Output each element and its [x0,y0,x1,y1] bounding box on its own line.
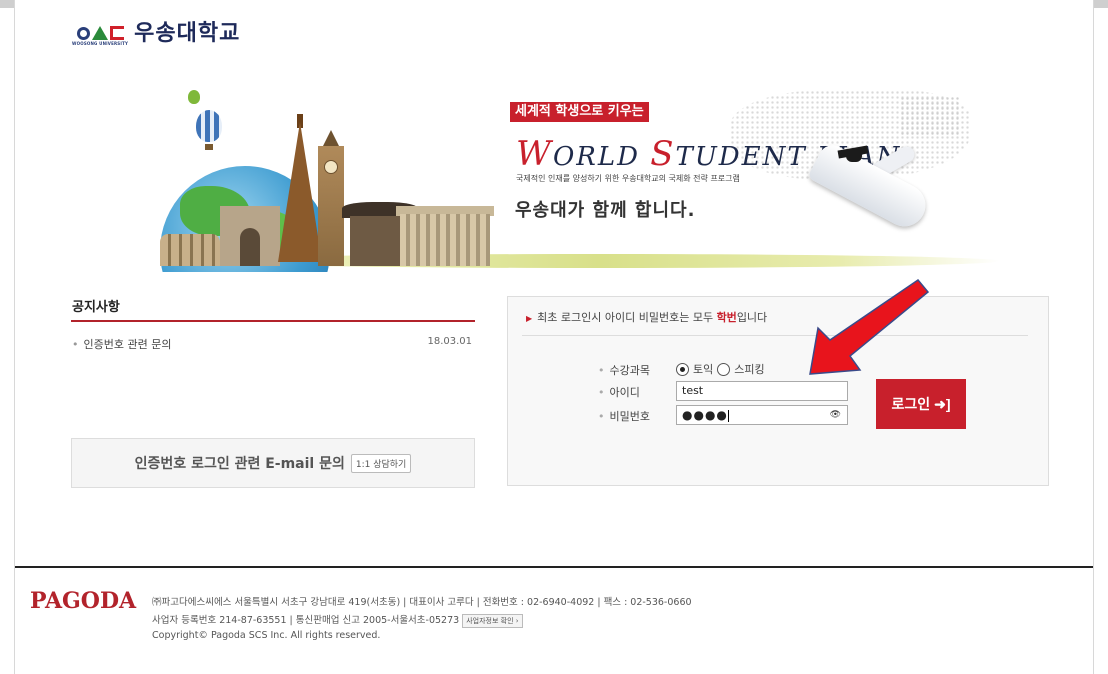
banner-slogan: 세계적 학생으로 키우는 [510,102,649,122]
id-label-text: 아이디 [609,386,640,399]
login-panel: ▶ 최초 로그인시 아이디 비밀번호는 모두 학번입니다 • 수강과목 토익 스피킹… [507,296,1049,486]
logo-text: 우송대학교 [134,21,241,46]
course-radio-toeic[interactable] [676,362,689,376]
notice-title: 공지사항 [72,300,120,315]
email-inquiry-text: 인증번호 로그인 관련 E-mail 문의 [134,456,345,472]
balloon-basket [205,144,213,150]
login-button[interactable]: 로그인 ➜] [876,379,966,429]
notice-divider [71,320,475,322]
login-notice: ▶ 최초 로그인시 아이디 비밀번호는 모두 학번입니다 [526,309,767,325]
title-letter-s: S [650,134,676,174]
world-map-dots-east [900,96,960,136]
notice-item-label[interactable]: 인증번호 관련 문의 [84,338,172,351]
title-word-orld: ORLD [552,142,651,172]
banner-subtitle: 국제적인 인재를 양성하기 위한 우송대학교의 국제화 전략 프로그램 [516,174,740,183]
footer-business-text: 사업자 등록번호 214-87-63551 | 통신판매업 신고 2005-서울… [152,615,460,626]
pagoda-logo: PAGODA [30,588,137,614]
parthenon-image [400,214,490,266]
login-notice-emphasis: 학번 [716,311,737,324]
arch-opening [240,228,260,266]
text-caret [727,410,729,422]
course-label: • 수강과목 [598,364,650,377]
course-radio-speaking[interactable] [717,362,731,376]
email-inquiry-box[interactable]: 인증번호 로그인 관련 E-mail 문의 1:1 상담하기 [71,438,475,488]
password-label: • 비밀번호 [598,410,650,423]
login-button-label: 로그인 [891,396,931,412]
course-option-toeic-label[interactable]: 토익 [693,361,713,377]
password-label-text: 비밀번호 [609,410,650,423]
red-arrow-annotation [809,278,930,375]
title-letter-w: W [516,134,553,174]
world-student-plan-banner: 세계적 학생으로 키우는 WORLD STUDENT PLAN 국제적인 인재를… [60,86,1020,272]
triangle-bullet-icon: ▶ [526,314,533,323]
footer-divider [15,566,1093,568]
graduation-cap-base [846,154,862,162]
footer-company-info: ㈜파고다에스씨에스 서울특별시 서초구 강남대로 419(서초동) | 대표이사… [152,597,692,608]
login-arrow-icon: ➜] [934,395,951,412]
notice-item-date: 18.03.01 [427,336,472,347]
login-notice-suffix: 입니다 [736,311,768,324]
title-word-tudent: TUDENT [675,142,817,172]
consult-button[interactable]: 1:1 상담하기 [350,453,412,473]
hot-air-balloon-small [188,90,200,104]
business-info-button[interactable]: 사업자정보 확인 › [462,613,523,628]
course-option-speaking-label[interactable]: 스피킹 [734,361,764,377]
clock-face [324,160,338,174]
university-logo[interactable]: WOOSONG UNIVERSITY 우송대학교 [72,21,241,47]
banner-tagline: 우송대가 함께 합니다. [515,200,696,221]
notice-item-label-wrap: • 인증번호 관련 문의 [72,336,171,352]
password-input-value: ●●●● [682,408,728,422]
notice-item[interactable]: • 인증번호 관련 문의 18.03.01 [72,336,472,352]
course-label-text: 수강과목 [609,364,650,377]
login-divider [522,335,1028,336]
logo-mark-icon: WOOSONG UNIVERSITY [72,22,128,46]
colosseum-image [160,234,220,266]
eye-icon[interactable]: 👁 [830,410,841,420]
password-input[interactable]: ●●●● 👁 [676,405,848,425]
hot-air-balloon [196,110,222,142]
footer-business-info: 사업자 등록번호 214-87-63551 | 통신판매업 신고 2005-서울… [152,612,523,628]
id-label: • 아이디 [598,386,640,399]
bullet-icon: • [72,338,79,351]
eiffel-tower-image [278,122,322,262]
id-input-value: test [682,384,704,397]
footer-copyright: Copyright© Pagoda SCS Inc. All rights re… [152,630,381,641]
course-radio-group: 토익 스피킹 [676,361,765,377]
login-notice-text: 최초 로그인시 아이디 비밀번호는 모두 [537,311,717,324]
